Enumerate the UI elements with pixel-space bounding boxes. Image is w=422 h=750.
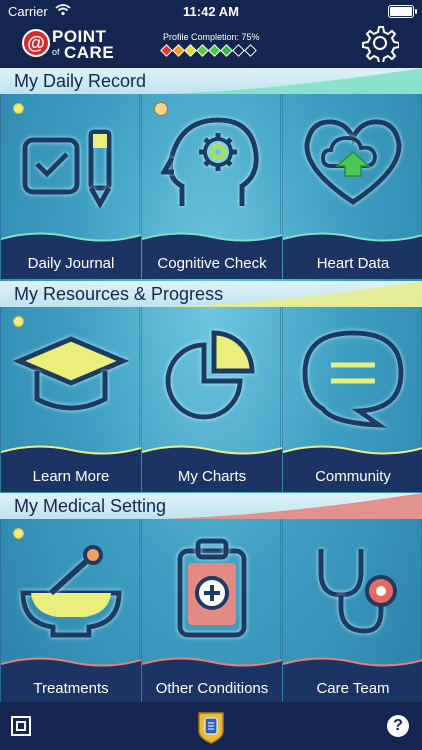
tile-label: Learn More xyxy=(32,468,110,485)
progress-diamond xyxy=(172,44,185,57)
pie-chart-icon xyxy=(165,330,255,420)
progress-diamond xyxy=(232,44,245,57)
logo-word-care: CARE xyxy=(64,43,115,62)
tile-label: Daily Journal xyxy=(27,255,115,272)
section-swoosh xyxy=(162,68,422,94)
clock: 11:42 AM xyxy=(183,4,239,19)
section-header: My Daily Record xyxy=(0,68,422,94)
tile-treatments[interactable]: Treatments xyxy=(0,519,141,704)
progress-diamond xyxy=(244,44,257,57)
progress-diamond xyxy=(184,44,197,57)
progress-diamond xyxy=(220,44,233,57)
progress-diamond xyxy=(160,44,173,57)
heart-cloud-icon xyxy=(304,119,402,206)
mortar-pestle-icon xyxy=(20,545,122,638)
stethoscope-icon xyxy=(318,549,397,634)
tile-label: Other Conditions xyxy=(155,680,269,697)
status-bar: Carrier 11:42 AM xyxy=(0,0,422,22)
settings-gear-icon[interactable] xyxy=(361,24,399,62)
checkbox-pencil-icon xyxy=(22,129,112,210)
tile-learn-more[interactable]: Learn More xyxy=(0,307,141,492)
tile-my-charts[interactable]: My Charts xyxy=(141,307,282,492)
section-title: My Medical Setting xyxy=(14,496,167,516)
tile-label: Care Team xyxy=(316,680,390,697)
badge-icon[interactable] xyxy=(196,710,226,744)
speech-bubble-icon xyxy=(302,330,404,428)
battery-icon xyxy=(388,5,417,18)
section-swoosh xyxy=(162,281,422,307)
progress-diamond xyxy=(208,44,221,57)
bottom-bar: ? xyxy=(0,702,422,750)
tile-other-conditions[interactable]: Other Conditions xyxy=(141,519,282,704)
app-logo: @ POINT of CARE xyxy=(22,27,115,62)
tile-care-team[interactable]: Care Team xyxy=(282,519,422,704)
help-button[interactable]: ? xyxy=(387,715,409,737)
tile-label: Treatments xyxy=(33,680,109,697)
profile-completion-label: Profile Completion: 75% xyxy=(163,32,260,42)
clipboard-plus-icon xyxy=(177,538,247,638)
tile-heart-data[interactable]: Heart Data xyxy=(282,94,422,279)
tile-label: My Charts xyxy=(177,468,247,485)
tile-label: Cognitive Check xyxy=(157,255,267,272)
section-title: My Daily Record xyxy=(14,71,147,91)
head-gear-icon xyxy=(159,117,259,206)
section-swoosh xyxy=(162,493,422,519)
tile-community[interactable]: Community xyxy=(282,307,422,492)
tile-label: Heart Data xyxy=(316,255,390,272)
tile-label: Community xyxy=(315,468,391,485)
tile-daily-journal[interactable]: Daily Journal xyxy=(0,94,141,279)
section-header: My Resources & Progress xyxy=(0,281,422,307)
graduation-cap-icon xyxy=(12,336,130,411)
progress-diamond xyxy=(196,44,209,57)
scan-square-icon[interactable] xyxy=(11,716,31,736)
logo-mark: @ xyxy=(22,29,50,57)
logo-word-of: of xyxy=(52,47,60,57)
section-header: My Medical Setting xyxy=(0,493,422,519)
top-bar: Carrier 11:42 AM @ POINT of CARE Profile… xyxy=(0,0,422,68)
tile-cognitive-check[interactable]: Cognitive Check xyxy=(141,94,282,279)
